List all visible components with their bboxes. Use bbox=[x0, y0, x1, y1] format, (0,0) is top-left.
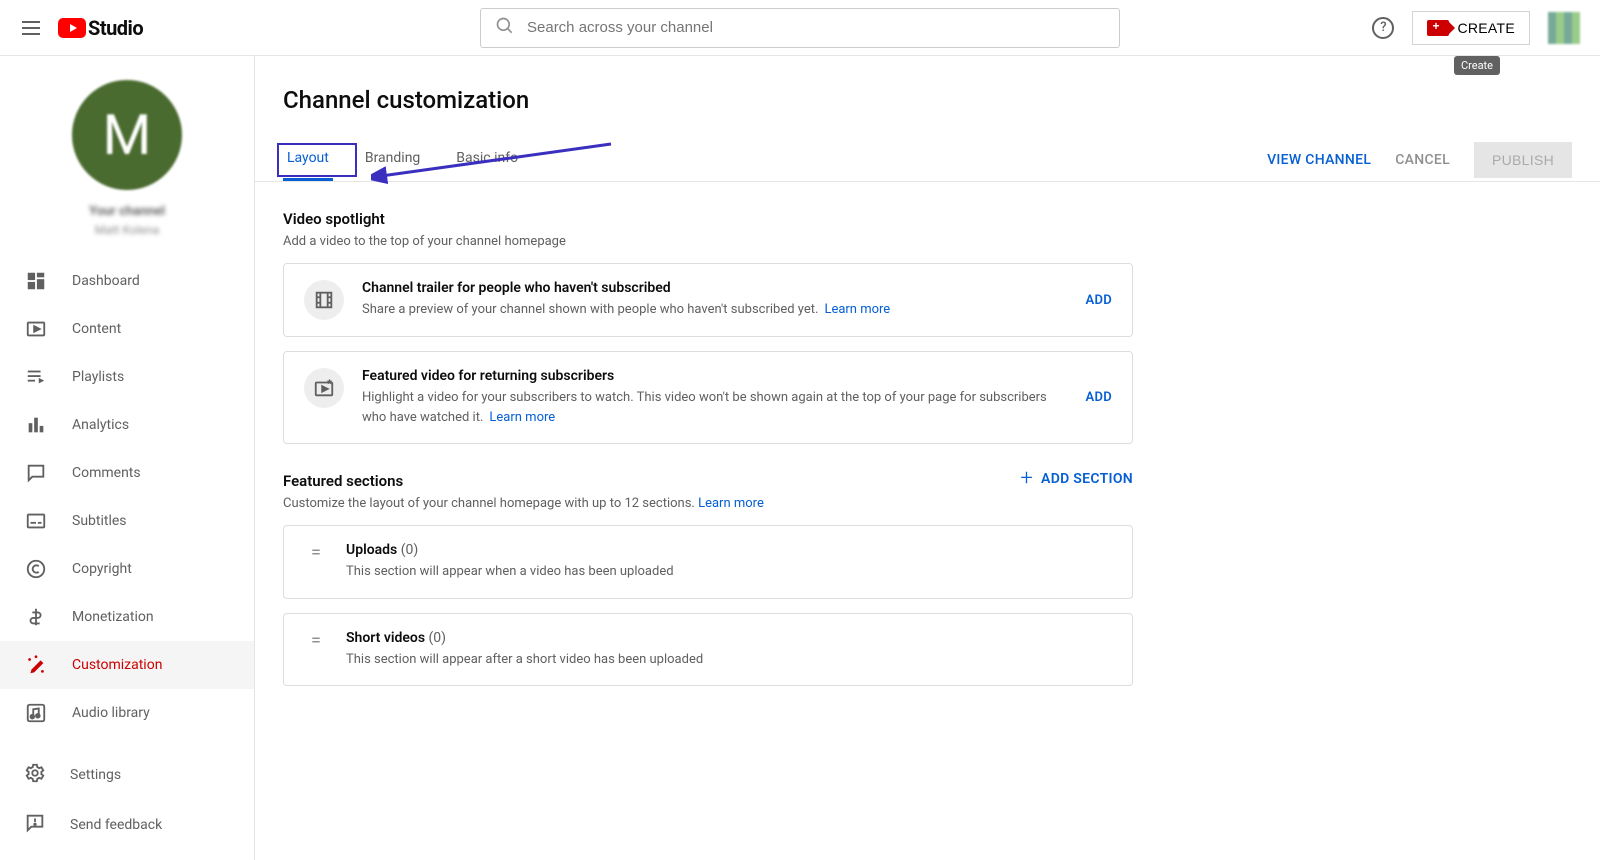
help-icon[interactable]: ? bbox=[1372, 17, 1394, 39]
create-button[interactable]: + CREATE bbox=[1412, 11, 1530, 45]
shorts-row: = Short videos (0) This section will app… bbox=[283, 613, 1133, 687]
tab-branding[interactable]: Branding bbox=[361, 138, 424, 181]
search-box[interactable] bbox=[480, 8, 1120, 48]
sidebar-item-playlists[interactable]: Playlists bbox=[0, 353, 254, 401]
account-avatar[interactable] bbox=[1548, 12, 1580, 44]
channel-label: Your channel bbox=[89, 204, 165, 219]
search-input[interactable] bbox=[527, 19, 1105, 36]
featured-learn-link[interactable]: Learn more bbox=[489, 410, 555, 425]
shorts-desc: This section will appear after a short v… bbox=[346, 650, 1112, 670]
search-icon bbox=[495, 16, 515, 40]
plus-icon: + bbox=[1020, 468, 1033, 490]
trailer-desc: Share a preview of your channel shown wi… bbox=[362, 302, 818, 317]
menu-icon[interactable] bbox=[20, 16, 44, 40]
trailer-add-button[interactable]: ADD bbox=[1085, 293, 1112, 308]
featured-video-card: Featured video for returning subscribers… bbox=[283, 351, 1133, 444]
main-content: Channel customization Layout Branding Ba… bbox=[255, 56, 1600, 860]
featured-desc: Highlight a video for your subscribers t… bbox=[362, 390, 1047, 425]
create-label: CREATE bbox=[1457, 20, 1515, 36]
dashboard-icon bbox=[24, 269, 48, 293]
playlists-icon bbox=[24, 365, 48, 389]
drag-handle-icon[interactable]: = bbox=[304, 630, 328, 651]
copyright-icon bbox=[24, 557, 48, 581]
tab-layout[interactable]: Layout bbox=[283, 138, 333, 181]
channel-avatar[interactable]: M bbox=[72, 80, 182, 190]
uploads-count: (0) bbox=[401, 542, 419, 558]
spotlight-desc: Add a video to the top of your channel h… bbox=[283, 234, 1133, 249]
publish-button[interactable]: PUBLISH bbox=[1474, 142, 1572, 178]
page-title: Channel customization bbox=[283, 86, 1572, 114]
shorts-title: Short videos bbox=[346, 630, 425, 646]
header-bar: Studio ? + CREATE Create bbox=[0, 0, 1600, 56]
sidebar-item-dashboard[interactable]: Dashboard bbox=[0, 257, 254, 305]
feedback-icon bbox=[24, 812, 46, 838]
video-spotlight-section: Video spotlight Add a video to the top o… bbox=[283, 210, 1133, 444]
channel-avatar-block: M Your channel Matt Kolena bbox=[0, 80, 254, 237]
sidebar-item-customization[interactable]: Customization bbox=[0, 641, 254, 689]
content-icon bbox=[24, 317, 48, 341]
sidebar-item-content[interactable]: Content bbox=[0, 305, 254, 353]
view-channel-button[interactable]: VIEW CHANNEL bbox=[1267, 152, 1371, 168]
sidebar: M Your channel Matt Kolena Dashboard Con… bbox=[0, 56, 255, 860]
tabs-actions: VIEW CHANNEL CANCEL PUBLISH bbox=[1267, 142, 1572, 178]
logo[interactable]: Studio bbox=[58, 16, 143, 40]
sidebar-item-feedback[interactable]: Send feedback bbox=[0, 800, 254, 850]
sidebar-item-subtitles[interactable]: Subtitles bbox=[0, 497, 254, 545]
channel-name: Matt Kolena bbox=[95, 223, 159, 237]
uploads-title: Uploads bbox=[346, 542, 397, 558]
nav-list: Dashboard Content Playlists Analytics Co… bbox=[0, 257, 254, 750]
featured-sections: Featured sections Customize the layout o… bbox=[283, 472, 1133, 686]
search-container bbox=[480, 8, 1120, 48]
sidebar-item-audio[interactable]: Audio library bbox=[0, 689, 254, 737]
trailer-title: Channel trailer for people who haven't s… bbox=[362, 280, 1067, 296]
featured-title: Featured video for returning subscribers bbox=[362, 368, 1067, 384]
shorts-count: (0) bbox=[429, 630, 447, 646]
trailer-card: Channel trailer for people who haven't s… bbox=[283, 263, 1133, 337]
add-section-button[interactable]: + ADD SECTION bbox=[1020, 468, 1133, 490]
cancel-button[interactable]: CANCEL bbox=[1395, 152, 1450, 168]
spotlight-title: Video spotlight bbox=[283, 210, 1133, 228]
subtitles-icon bbox=[24, 509, 48, 533]
customization-icon bbox=[24, 653, 48, 677]
featured-add-button[interactable]: ADD bbox=[1085, 390, 1112, 405]
film-icon bbox=[304, 280, 344, 320]
tab-basic-info[interactable]: Basic info bbox=[452, 138, 522, 181]
sections-title: Featured sections bbox=[283, 472, 1020, 490]
sidebar-item-copyright[interactable]: Copyright bbox=[0, 545, 254, 593]
header-right: ? + CREATE bbox=[1372, 11, 1580, 45]
sections-learn-link[interactable]: Learn more bbox=[698, 496, 764, 511]
audio-icon bbox=[24, 701, 48, 725]
trailer-learn-link[interactable]: Learn more bbox=[824, 302, 890, 317]
youtube-icon bbox=[58, 18, 86, 38]
nav-bottom: Settings Send feedback bbox=[0, 750, 254, 850]
drag-handle-icon[interactable]: = bbox=[304, 542, 328, 563]
tabs-row: Layout Branding Basic info VIEW CHANNEL … bbox=[255, 138, 1600, 182]
camera-icon: + bbox=[1427, 20, 1449, 36]
tabs: Layout Branding Basic info bbox=[283, 138, 522, 181]
sidebar-item-analytics[interactable]: Analytics bbox=[0, 401, 254, 449]
uploads-row: = Uploads (0) This section will appear w… bbox=[283, 525, 1133, 599]
sections-desc: Customize the layout of your channel hom… bbox=[283, 496, 695, 511]
header-left: Studio bbox=[20, 16, 143, 40]
sidebar-item-settings[interactable]: Settings bbox=[0, 750, 254, 800]
analytics-icon bbox=[24, 413, 48, 437]
sidebar-item-comments[interactable]: Comments bbox=[0, 449, 254, 497]
sidebar-item-monetization[interactable]: Monetization bbox=[0, 593, 254, 641]
comments-icon bbox=[24, 461, 48, 485]
monetization-icon bbox=[24, 605, 48, 629]
gear-icon bbox=[24, 762, 46, 788]
logo-text: Studio bbox=[88, 16, 143, 40]
uploads-desc: This section will appear when a video ha… bbox=[346, 562, 1112, 582]
star-video-icon bbox=[304, 368, 344, 408]
